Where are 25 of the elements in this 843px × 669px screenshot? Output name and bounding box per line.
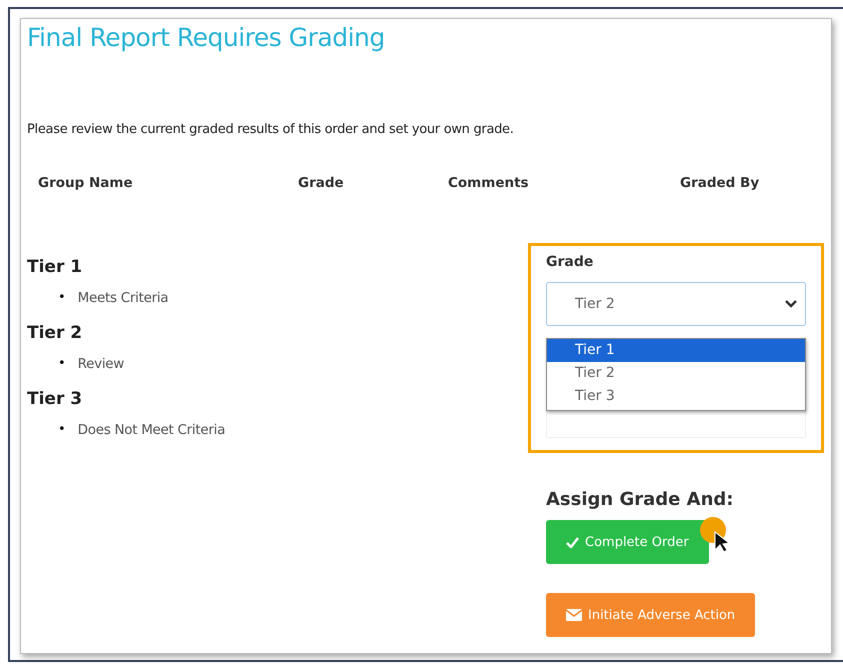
bullet-mark: •	[58, 355, 66, 373]
criteria-item: Does Not Meet Criteria	[78, 421, 226, 439]
criteria-item: Meets Criteria	[78, 289, 168, 307]
actions-heading: Assign Grade And:	[546, 489, 734, 510]
page-title: Final Report Requires Grading	[27, 23, 386, 52]
intro-text: Please review the current graded results of this order and set your own grade.	[27, 122, 515, 137]
tier-heading: Tier 3	[27, 389, 84, 409]
tier-heading: Tier 1	[27, 257, 84, 277]
chevron-icon	[785, 300, 797, 308]
column-header: Grade	[298, 175, 345, 191]
dropdown-option[interactable]: Tier 1	[547, 339, 805, 362]
criteria-item: Review	[78, 355, 124, 373]
envelope-icon	[566, 609, 582, 621]
tier-heading: Tier 2	[27, 323, 84, 343]
column-header: Graded By	[680, 175, 760, 191]
dropdown-option[interactable]: Tier 3	[547, 385, 805, 408]
dropdown-option[interactable]: Tier 2	[547, 362, 805, 385]
mouse-cursor-icon	[698, 516, 731, 554]
column-header: Comments	[448, 175, 530, 191]
checkmark-icon	[566, 536, 579, 548]
bullet-mark: •	[58, 289, 66, 307]
bullet-mark: •	[58, 421, 66, 439]
grade-select[interactable]: Tier 2	[546, 282, 806, 326]
column-header: Group Name	[38, 175, 134, 191]
grade-label: Grade	[546, 254, 594, 270]
